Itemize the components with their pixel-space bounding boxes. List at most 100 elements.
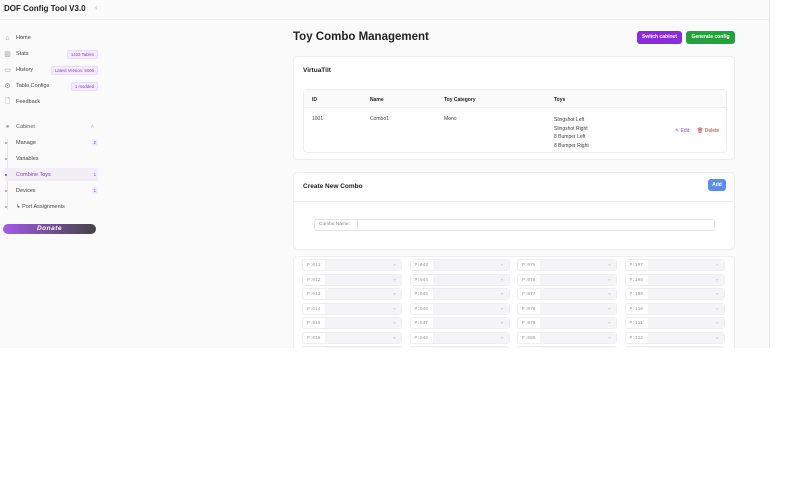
toy-dropdown[interactable]: ⌄ <box>540 289 616 299</box>
generate-config-button[interactable]: Generate config <box>686 31 735 44</box>
chevron-down-icon: ⌄ <box>607 261 611 267</box>
toy-dropdown[interactable] <box>540 347 616 348</box>
port-select[interactable]: P:110 ⌄ <box>624 302 725 315</box>
toy-dropdown[interactable] <box>325 347 401 348</box>
toy-dropdown[interactable]: ⌄ <box>325 318 401 328</box>
port-select[interactable]: P:079 ⌄ <box>517 317 617 329</box>
port-select[interactable]: P:011 ⌄ <box>302 259 402 271</box>
sidebar: DOF Config Tool V3.0 ‹ ⌂ Home ▥ Stats 1433 T… <box>0 0 100 348</box>
cabinet-name: VirtuaTilt <box>303 67 331 74</box>
port-select[interactable]: P:012 ⌄ <box>302 273 402 286</box>
port-select[interactable]: P:076 ⌄ <box>517 273 617 286</box>
port-select[interactable] <box>517 346 617 348</box>
port-select[interactable]: P:045 ⌄ <box>409 288 510 300</box>
toy-dropdown[interactable]: ⌄ <box>647 318 724 328</box>
add-button[interactable]: Add <box>708 179 726 191</box>
chevron-down-icon: ⌄ <box>392 261 396 267</box>
toy-dropdown[interactable]: ⌄ <box>325 274 401 285</box>
chevron-down-icon: ⌄ <box>392 333 396 340</box>
port-select[interactable] <box>409 346 510 348</box>
toy-dropdown[interactable]: ⌄ <box>540 318 616 328</box>
sidebar-item-home[interactable]: ⌂ Home <box>3 31 98 45</box>
stats-icon: ▥ <box>4 51 11 58</box>
donate-button[interactable]: Donate <box>3 224 96 234</box>
toy-dropdown[interactable] <box>647 347 724 348</box>
toy-dropdown[interactable]: ⌄ <box>432 318 509 328</box>
toy-dropdown[interactable]: ⌄ <box>647 303 724 314</box>
port-select[interactable]: P:108 ⌄ <box>624 273 725 286</box>
toy-dropdown[interactable] <box>432 347 509 348</box>
bullet-icon <box>5 189 7 192</box>
toy-dropdown[interactable]: ⌄ <box>540 260 616 270</box>
sidebar-subitem[interactable]: Combine Toys 1 <box>5 168 98 181</box>
sidebar-group-cabinet[interactable]: ⚭ Cabinet ˄ <box>3 120 98 134</box>
port-select[interactable]: P:107 ⌄ <box>624 259 725 271</box>
edit-button[interactable]: ✎ Edit <box>675 128 689 134</box>
toy-dropdown[interactable]: ⌄ <box>647 289 724 299</box>
toy-dropdown[interactable]: ⌄ <box>432 274 509 285</box>
port-select[interactable]: P:048 ⌄ <box>409 331 510 344</box>
port-select[interactable]: P:044 ⌄ <box>409 273 510 286</box>
port-select[interactable]: P:046 ⌄ <box>409 302 510 315</box>
toy-dropdown[interactable]: ⌄ <box>432 303 509 314</box>
toy-dropdown[interactable]: ⌄ <box>325 332 401 343</box>
toy-dropdown[interactable]: ⌄ <box>540 274 616 285</box>
chevron-down-icon: ⌄ <box>500 319 504 325</box>
chevron-down-icon: ⌄ <box>392 304 396 311</box>
sidebar-subitem[interactable]: Devices 1 <box>5 184 98 197</box>
toy-dropdown[interactable]: ⌄ <box>325 303 401 314</box>
toy-dropdown[interactable]: ⌄ <box>432 332 509 343</box>
port-select[interactable]: P:080 ⌄ <box>517 331 617 344</box>
sidebar-subitem[interactable]: Manage 2 <box>5 136 98 149</box>
chevron-down-icon: ⌄ <box>500 333 504 340</box>
delete-button[interactable]: 🗑︎ Delete <box>697 128 719 134</box>
sidebar-item-stats[interactable]: ▥ Stats 1433 Tables <box>3 47 98 61</box>
chevron-down-icon: ⌄ <box>500 290 504 296</box>
cell-id: 1001 <box>312 116 324 122</box>
chevron-down-icon: ⌄ <box>392 275 396 282</box>
toy-dropdown[interactable]: ⌄ <box>325 289 401 299</box>
bullet-icon <box>5 157 7 160</box>
sidebar-item-feedback[interactable]: 🗋 Feedback <box>3 95 98 109</box>
port-select[interactable]: P:015 ⌄ <box>302 317 402 329</box>
sidebar-item-table-configs[interactable]: ⚙ Table Configs 1 modded <box>3 79 98 93</box>
toy-dropdown[interactable]: ⌄ <box>540 303 616 314</box>
port-select[interactable]: P:047 ⌄ <box>409 317 510 329</box>
port-select[interactable] <box>624 346 725 348</box>
port-select[interactable]: P:014 ⌄ <box>302 302 402 315</box>
chevron-down-icon: ⌄ <box>715 275 719 282</box>
combo-name-input[interactable] <box>359 220 714 230</box>
toy-dropdown[interactable]: ⌄ <box>432 289 509 299</box>
chevron-down-icon: ⌄ <box>392 290 396 296</box>
chevron-down-icon: ⌄ <box>715 290 719 296</box>
chevron-down-icon: ⌄ <box>715 333 719 340</box>
cell-name: Combo1 <box>370 116 389 122</box>
toy-dropdown[interactable]: ⌄ <box>647 260 724 270</box>
chevron-down-icon: ⌄ <box>607 333 611 340</box>
sidebar-subitem[interactable]: ↳ Port Assignments <box>5 200 98 213</box>
toy: 8 Bumper Left <box>554 134 586 140</box>
sidebar-subitem[interactable]: Variables <box>5 152 98 165</box>
toy-dropdown[interactable]: ⌄ <box>432 260 509 270</box>
toy-dropdown[interactable]: ⌄ <box>647 274 724 285</box>
gear-icon: ⚙ <box>4 83 11 90</box>
port-select[interactable]: P:112 ⌄ <box>624 331 725 344</box>
toy-dropdown[interactable]: ⌄ <box>540 332 616 343</box>
port-select[interactable]: P:075 ⌄ <box>517 259 617 271</box>
create-combo-title: Create New Combo <box>294 173 734 202</box>
collapse-sidebar-icon[interactable]: ‹ <box>95 3 98 12</box>
switch-cabinet-button[interactable]: Switch cabinet <box>637 31 682 44</box>
port-select[interactable]: P:013 ⌄ <box>302 288 402 300</box>
toy-dropdown[interactable]: ⌄ <box>647 332 724 343</box>
port-select[interactable]: P:043 ⌄ <box>409 259 510 271</box>
sidebar-item-history[interactable]: ▭ History Latest Version: 5006 <box>3 63 98 77</box>
port-select[interactable]: P:077 ⌄ <box>517 288 617 300</box>
chevron-up-icon: ˄ <box>90 124 94 130</box>
toy-dropdown[interactable]: ⌄ <box>325 260 401 270</box>
port-select[interactable]: P:016 ⌄ <box>302 331 402 344</box>
port-select[interactable] <box>302 346 402 348</box>
port-select[interactable]: P:109 ⌄ <box>624 288 725 300</box>
port-select[interactable]: P:111 ⌄ <box>624 317 725 329</box>
col-name: Name <box>370 97 384 103</box>
port-select[interactable]: P:078 ⌄ <box>517 302 617 315</box>
